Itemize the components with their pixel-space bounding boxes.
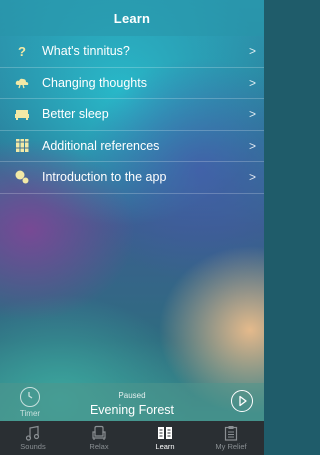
menu-item-label: Introduction to the app (42, 170, 167, 185)
learn-menu-list: ? What's tinnitus? > Changing thoughts >… (0, 36, 264, 194)
menu-item-label: Better sleep (42, 107, 109, 122)
menu-item-label: Changing thoughts (42, 75, 147, 90)
page-title: Learn (113, 10, 151, 26)
nav-header: Learn (0, 0, 264, 36)
play-button[interactable] (231, 390, 253, 412)
menu-item-whats-tinnitus[interactable]: ? What's tinnitus? > (0, 36, 264, 68)
tab-sounds[interactable]: Sounds (0, 421, 66, 455)
chevron-right-icon: > (248, 138, 256, 153)
menu-item-label: Additional references (42, 138, 160, 153)
music-note-icon (25, 425, 40, 441)
menu-item-introduction[interactable]: Introduction to the app > (0, 162, 264, 194)
now-playing-bar: Timer Paused Evening Forest (0, 383, 264, 421)
menu-item-label: What's tinnitus? (42, 44, 130, 59)
tab-label: Relax (89, 442, 109, 451)
tab-bar: Sounds Relax Learn My Relief (0, 421, 264, 455)
chat-bubbles-icon (15, 170, 29, 184)
play-icon (239, 395, 247, 407)
menu-item-better-sleep[interactable]: Better sleep > (0, 99, 264, 131)
menu-item-additional-references[interactable]: Additional references > (0, 131, 264, 162)
bed-icon (15, 107, 29, 121)
tab-learn[interactable]: Learn (132, 421, 198, 455)
clipboard-icon (224, 426, 238, 441)
playback-status: Paused (118, 391, 146, 400)
question-icon: ? (18, 43, 26, 59)
armchair-icon (92, 425, 106, 440)
chevron-right-icon: > (248, 170, 256, 184)
chevron-right-icon: > (248, 44, 256, 58)
chevron-right-icon: > (248, 75, 256, 90)
tab-my-relief[interactable]: My Relief (198, 421, 264, 455)
books-icon (15, 139, 29, 153)
tab-label: My Relief (215, 442, 247, 451)
tab-relax[interactable]: Relax (66, 421, 132, 455)
cloud-icon (15, 76, 29, 90)
menu-item-changing-thoughts[interactable]: Changing thoughts > (0, 68, 264, 99)
book-icon (158, 427, 172, 439)
track-title: Evening Forest (89, 403, 175, 417)
tab-label: Sounds (20, 442, 46, 451)
tab-label: Learn (155, 442, 175, 451)
chevron-right-icon: > (248, 107, 256, 121)
